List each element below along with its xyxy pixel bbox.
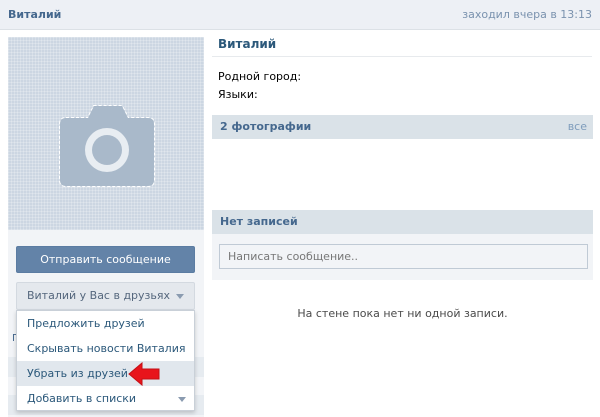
chevron-down-icon bbox=[176, 293, 185, 299]
last-seen-status: заходил вчера в 13:13 bbox=[462, 8, 592, 21]
wall-title: Нет записей bbox=[220, 215, 298, 228]
friend-actions-menu: Предложить друзей Скрывать новости Витал… bbox=[16, 310, 195, 411]
friend-status-dropdown[interactable]: Виталий у Вас в друзьях bbox=[16, 282, 195, 310]
friend-status-label: Виталий у Вас в друзьях bbox=[26, 289, 171, 302]
header-name[interactable]: Виталий bbox=[8, 8, 61, 21]
photos-title[interactable]: 2 фотографии bbox=[220, 120, 311, 133]
avatar[interactable] bbox=[8, 37, 204, 230]
info-label-languages: Языки: bbox=[218, 88, 258, 101]
menu-item-hide-news[interactable]: Скрывать новости Виталия bbox=[17, 336, 194, 361]
red-arrow-icon bbox=[128, 362, 160, 386]
menu-item-label: Добавить в списки bbox=[27, 392, 137, 405]
empty-wall-message: На стене пока нет ни одной записи. bbox=[297, 307, 508, 320]
top-bar: Виталий заходил вчера в 13:13 bbox=[0, 0, 600, 30]
menu-item-remove-friend[interactable]: Убрать из друзей bbox=[17, 361, 194, 386]
profile-name: Виталий bbox=[218, 37, 277, 51]
divider bbox=[212, 56, 592, 57]
photos-section-header: 2 фотографии все bbox=[212, 115, 593, 139]
info-label-hometown: Родной город: bbox=[218, 70, 302, 83]
photos-all-link[interactable]: все bbox=[568, 115, 587, 139]
chevron-down-icon bbox=[178, 397, 186, 402]
wall-post-input[interactable]: Написать сообщение.. bbox=[219, 244, 588, 269]
wall-section-header: Нет записей bbox=[212, 210, 593, 234]
menu-item-suggest-friends[interactable]: Предложить друзей bbox=[17, 311, 194, 336]
menu-item-add-to-lists[interactable]: Добавить в списки bbox=[17, 386, 194, 411]
send-message-button[interactable]: Отправить сообщение bbox=[16, 246, 195, 273]
camera-icon bbox=[59, 105, 155, 187]
